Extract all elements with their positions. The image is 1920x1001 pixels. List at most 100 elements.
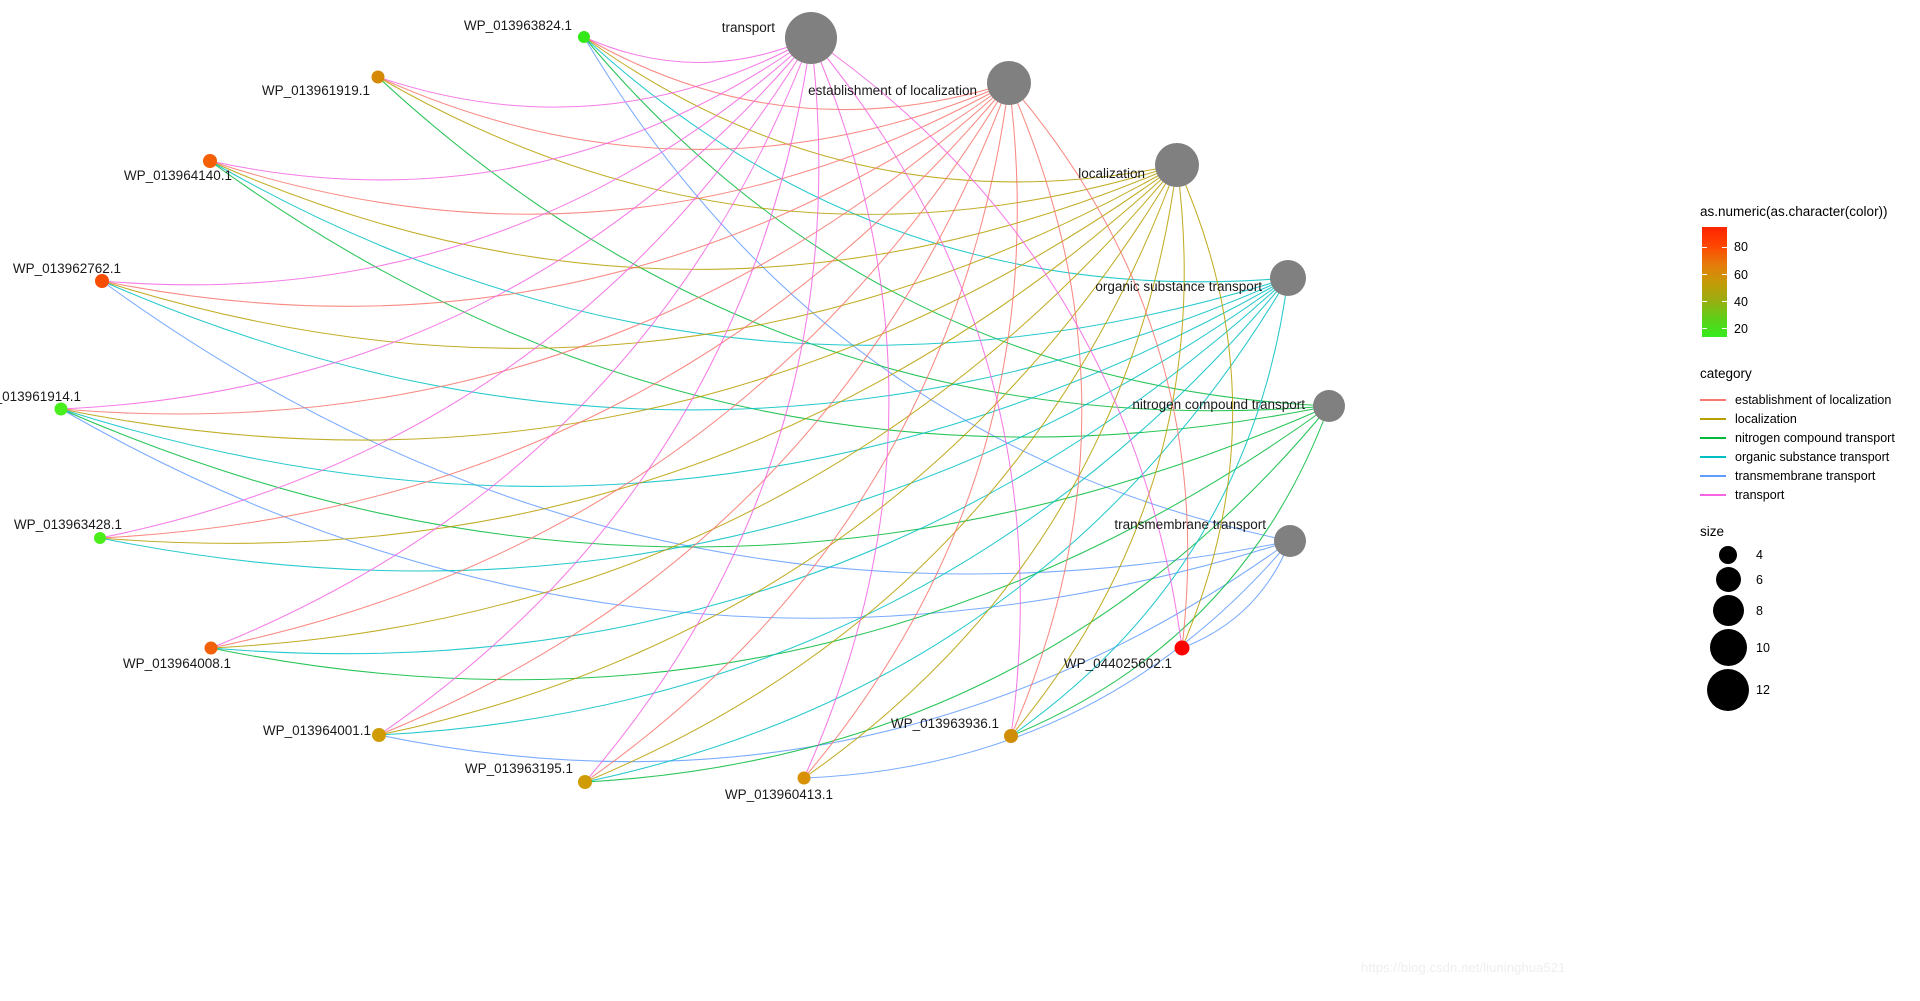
category-legend-label: nitrogen compound transport bbox=[1735, 430, 1895, 445]
gene-node[interactable] bbox=[372, 728, 386, 742]
gene-node[interactable] bbox=[371, 70, 385, 84]
size-dot bbox=[1712, 595, 1744, 626]
network-edge bbox=[101, 82, 1010, 307]
size-legend-label: 8 bbox=[1756, 603, 1763, 618]
category-line-swatch bbox=[1700, 391, 1726, 408]
go-term-node[interactable] bbox=[987, 61, 1031, 105]
network-edge bbox=[803, 82, 1018, 779]
category-legend-label: establishment of localization bbox=[1735, 392, 1892, 407]
category-line-swatch bbox=[1700, 467, 1726, 484]
size-legend-title: size bbox=[1700, 524, 1725, 539]
network-edge bbox=[60, 82, 1010, 415]
legend-panel: as.numeric(as.character(color)) 80 60 40 20… bbox=[1700, 0, 1920, 1001]
gene-node[interactable] bbox=[204, 641, 218, 655]
network-edge bbox=[583, 36, 812, 63]
category-legend-title: category bbox=[1700, 366, 1752, 381]
node-labels-layer: transport establishment of localization lo… bbox=[0, 18, 1305, 802]
network-edge bbox=[810, 37, 1021, 737]
go-term-node[interactable] bbox=[1274, 525, 1306, 557]
category-line-swatch bbox=[1700, 448, 1726, 465]
gene-label: WP_013961914.1 bbox=[0, 389, 81, 404]
category-legend-item[interactable]: transmembrane transport bbox=[1700, 466, 1895, 485]
size-dot bbox=[1707, 669, 1749, 711]
category-legend-item[interactable]: transport bbox=[1700, 485, 1895, 504]
tick-mark bbox=[1702, 301, 1707, 303]
gene-label: WP_013962762.1 bbox=[13, 261, 121, 276]
color-legend-title: as.numeric(as.character(color)) bbox=[1700, 204, 1888, 219]
gene-node[interactable] bbox=[1174, 640, 1190, 656]
tick-mark bbox=[1702, 274, 1707, 276]
category-legend-label: organic substance transport bbox=[1735, 449, 1890, 464]
size-dot bbox=[1709, 629, 1747, 666]
go-term-label: transport bbox=[722, 20, 776, 35]
tick-mark bbox=[1722, 328, 1727, 330]
gene-label: WP_013964001.1 bbox=[263, 723, 371, 738]
size-dot bbox=[1719, 546, 1737, 564]
size-legend-label: 4 bbox=[1756, 548, 1763, 562]
category-legend-item[interactable]: localization bbox=[1700, 409, 1895, 428]
network-edge bbox=[803, 37, 890, 779]
gene-node[interactable] bbox=[203, 154, 217, 168]
size-legend-item[interactable]: 6 bbox=[1700, 567, 1770, 592]
cnetplot-figure: transport establishment of localization lo… bbox=[0, 0, 1920, 1001]
network-edge bbox=[60, 408, 1291, 619]
gene-label: WP_013964008.1 bbox=[123, 656, 231, 671]
tick-mark bbox=[1722, 246, 1727, 248]
network-edge bbox=[803, 540, 1291, 779]
color-gradient bbox=[1702, 227, 1727, 337]
tick-mark bbox=[1722, 274, 1727, 276]
go-term-node[interactable] bbox=[1270, 260, 1306, 296]
gene-label: WP_013963824.1 bbox=[464, 18, 572, 33]
size-legend-item[interactable]: 10 bbox=[1700, 629, 1770, 666]
network-edge bbox=[209, 160, 1178, 270]
category-line-swatch bbox=[1700, 410, 1726, 427]
network-edge bbox=[209, 82, 1010, 215]
network-edge bbox=[99, 37, 812, 539]
category-legend-item[interactable]: organic substance transport bbox=[1700, 447, 1895, 466]
size-legend-item[interactable]: 12 bbox=[1700, 669, 1770, 711]
go-term-node[interactable] bbox=[1155, 143, 1199, 187]
color-scale-bar: 80 60 40 20 bbox=[1700, 227, 1850, 337]
size-legend-item[interactable]: 8 bbox=[1700, 595, 1770, 626]
network-edge bbox=[378, 82, 1010, 736]
size-legend-rows: 4 6 8 10 12 bbox=[1700, 546, 1770, 711]
gene-node[interactable] bbox=[578, 775, 592, 789]
go-term-label: nitrogen compound transport bbox=[1132, 397, 1305, 412]
network-edge bbox=[583, 36, 1178, 183]
network-edge bbox=[584, 164, 1178, 783]
gene-node[interactable] bbox=[95, 274, 109, 288]
watermark: https://blog.csdn.net/liuninghua521 bbox=[1361, 960, 1566, 975]
go-term-label: transmembrane transport bbox=[1114, 517, 1266, 532]
go-term-label: localization bbox=[1078, 166, 1145, 181]
category-line-swatch bbox=[1700, 486, 1726, 503]
category-legend-label: transmembrane transport bbox=[1735, 468, 1876, 483]
gene-label: WP_013963195.1 bbox=[465, 761, 573, 776]
go-term-node[interactable] bbox=[785, 12, 837, 64]
go-term-label: establishment of localization bbox=[808, 83, 977, 98]
gene-label: WP_013963936.1 bbox=[891, 716, 999, 731]
go-term-label: organic substance transport bbox=[1095, 279, 1262, 294]
color-tick-label: 60 bbox=[1734, 267, 1748, 282]
size-legend-item[interactable]: 4 bbox=[1700, 546, 1770, 564]
tick-mark bbox=[1702, 246, 1707, 248]
category-line-swatch bbox=[1700, 429, 1726, 446]
category-legend-item[interactable]: establishment of localization bbox=[1700, 390, 1895, 409]
gene-node[interactable] bbox=[578, 31, 590, 43]
gene-node[interactable] bbox=[1004, 729, 1018, 743]
category-legend: category establishment of localization lo… bbox=[1700, 366, 1895, 504]
network-edge bbox=[210, 405, 1330, 681]
network-edge bbox=[99, 164, 1178, 544]
size-legend-label: 12 bbox=[1756, 683, 1770, 697]
network-graph: transport establishment of localization lo… bbox=[0, 12, 1345, 802]
gene-node[interactable] bbox=[54, 402, 68, 416]
go-term-node[interactable] bbox=[1313, 390, 1345, 422]
category-legend-label: transport bbox=[1735, 487, 1785, 502]
gene-node[interactable] bbox=[797, 771, 811, 785]
gene-node[interactable] bbox=[94, 532, 106, 544]
color-legend: as.numeric(as.character(color)) 80 60 40 20 bbox=[1700, 204, 1888, 337]
category-legend-item[interactable]: nitrogen compound transport bbox=[1700, 428, 1895, 447]
gene-label: WP_013963428.1 bbox=[14, 517, 122, 532]
category-legend-label: localization bbox=[1735, 411, 1797, 426]
size-dot-cell bbox=[1700, 567, 1756, 592]
gene-label: WP_013960413.1 bbox=[725, 787, 833, 802]
